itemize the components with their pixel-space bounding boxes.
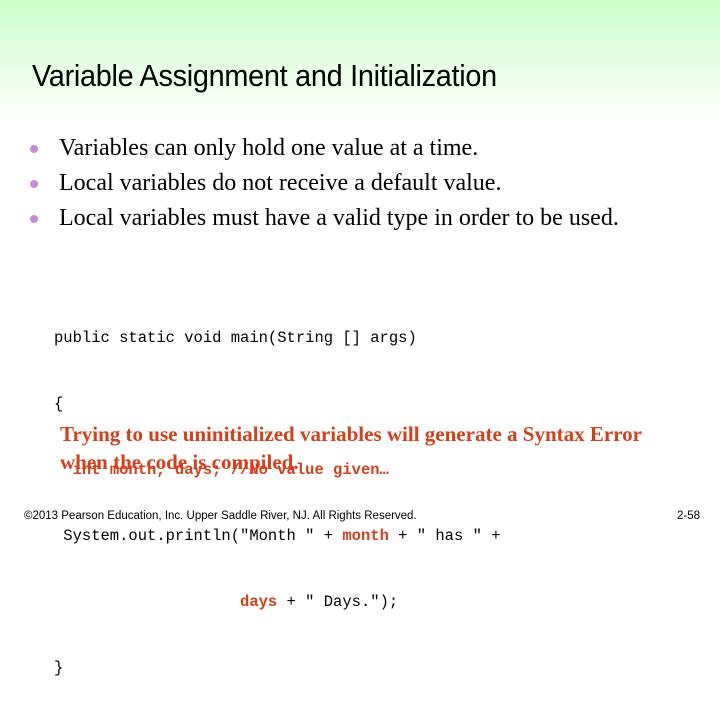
code-line: { xyxy=(54,393,501,415)
code-highlight: month xyxy=(342,527,389,545)
bullet-text: Local variables must have a valid type i… xyxy=(59,205,619,231)
bullet-item: Local variables must have a valid type i… xyxy=(28,204,688,232)
page-number: 2-58 xyxy=(676,510,700,522)
code-text: System.out.println("Month " + xyxy=(54,527,343,545)
footer-copyright: ©2013 Pearson Education, Inc. Upper Sadd… xyxy=(24,510,417,522)
bullet-text: Variables can only hold one value at a t… xyxy=(59,135,479,161)
bullet-list: Variables can only hold one value at a t… xyxy=(28,134,688,239)
bullet-dot-icon xyxy=(30,145,38,153)
bullet-text: Local variables do not receive a default… xyxy=(59,170,502,196)
slide-title: Variable Assignment and Initialization xyxy=(32,58,497,93)
bullet-dot-icon xyxy=(30,180,38,188)
code-line: days + " Days."); xyxy=(54,591,501,613)
code-highlight: days xyxy=(240,593,278,611)
code-text: public static void main(String [] args) xyxy=(54,329,417,347)
code-line: public static void main(String [] args) xyxy=(54,327,501,349)
bullet-item: Variables can only hold one value at a t… xyxy=(28,134,688,162)
code-block: public static void main(String [] args) … xyxy=(54,283,501,701)
code-text: + " has " + xyxy=(388,527,501,545)
bullet-item: Local variables do not receive a default… xyxy=(28,169,688,197)
code-line: } xyxy=(54,657,501,679)
code-text: + " Days."); xyxy=(277,593,399,611)
code-line: System.out.println("Month " + month + " … xyxy=(54,525,501,547)
code-text: { xyxy=(54,395,64,413)
bullet-dot-icon xyxy=(30,215,38,223)
warning-text: Trying to use uninitialized variables wi… xyxy=(60,422,642,474)
code-text: } xyxy=(54,659,64,677)
